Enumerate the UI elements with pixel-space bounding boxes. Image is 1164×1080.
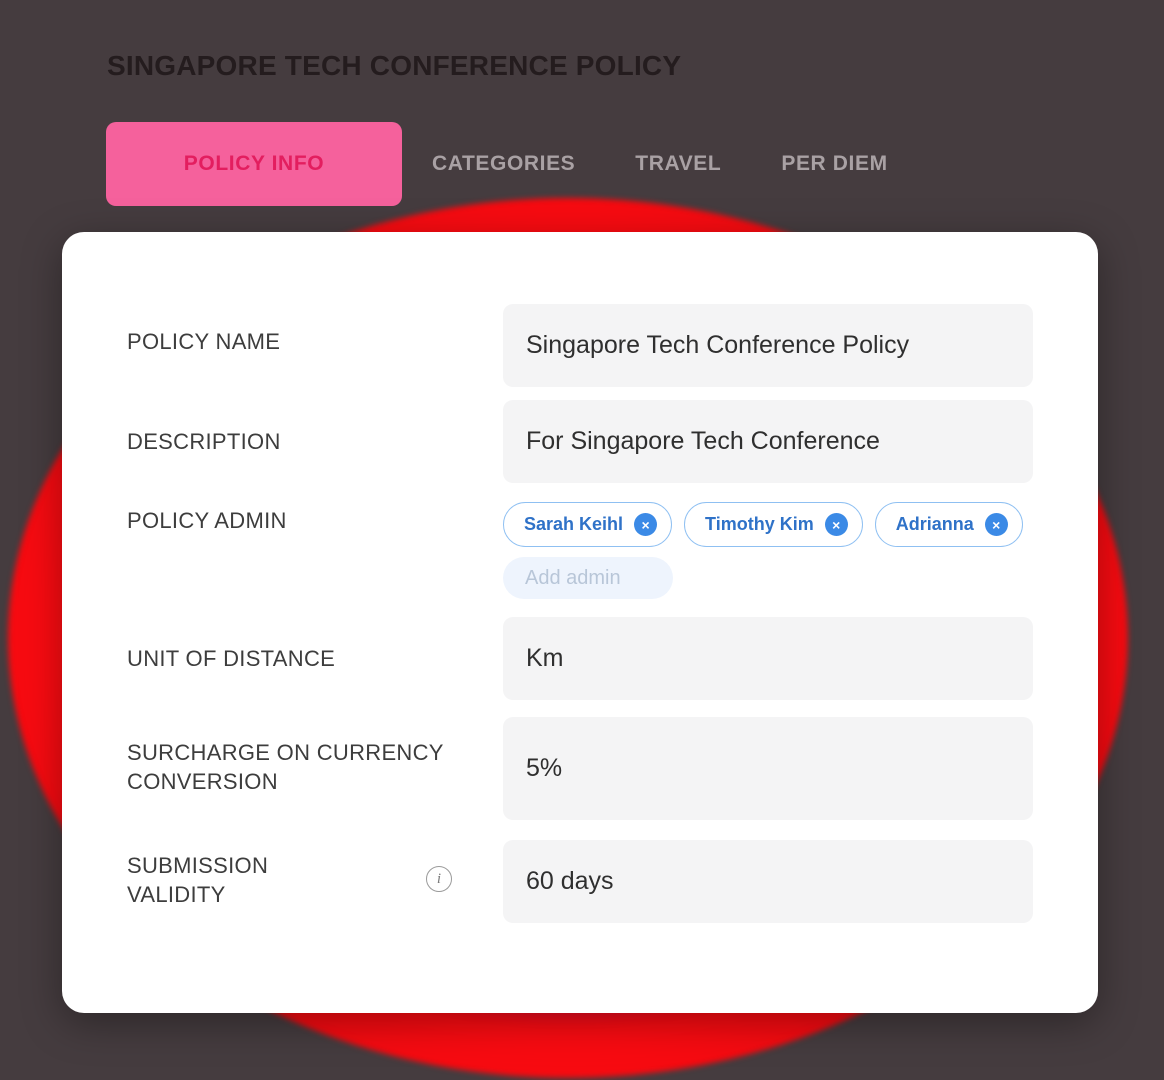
admin-chip-list: Sarah Keihl × Timothy Kim × Adrianna × — [503, 502, 1033, 547]
admin-chip[interactable]: Adrianna × — [874, 502, 1023, 547]
label-policy-admin: POLICY ADMIN — [127, 508, 287, 533]
input-unit-of-distance[interactable]: Km — [503, 617, 1033, 700]
tab-per-diem[interactable]: PER DIEM — [751, 126, 917, 202]
tab-categories[interactable]: CATEGORIES — [402, 126, 605, 202]
label-unit-of-distance: UNIT OF DISTANCE — [127, 646, 336, 671]
tab-bar: POLICY INFO CATEGORIES TRAVEL PER DIEM — [106, 122, 918, 206]
add-admin-input[interactable] — [503, 557, 673, 599]
input-policy-name[interactable]: Singapore Tech Conference Policy — [503, 304, 1033, 387]
admin-chip[interactable]: Sarah Keihl × — [503, 502, 673, 547]
remove-admin-icon[interactable]: × — [634, 513, 658, 536]
input-description[interactable]: For Singapore Tech Conference — [503, 400, 1033, 483]
label-description: DESCRIPTION — [127, 429, 281, 454]
remove-admin-icon[interactable]: × — [984, 513, 1008, 536]
label-surcharge-on-currency-conversion: SURCHARGE ON CURRENCY CONVERSION — [127, 740, 444, 794]
policy-admin-field: Sarah Keihl × Timothy Kim × Adrianna × — [503, 502, 1033, 599]
policy-info-card: POLICY NAME Singapore Tech Conference Po… — [62, 232, 1098, 1013]
admin-chip[interactable]: Timothy Kim × — [684, 502, 863, 547]
label-submission-validity: SUBMISSION VALIDITY — [127, 853, 269, 907]
tab-travel[interactable]: TRAVEL — [605, 126, 751, 202]
tab-policy-info[interactable]: POLICY INFO — [106, 122, 402, 206]
admin-chip-label: Timothy Kim — [705, 514, 814, 534]
remove-admin-icon[interactable]: × — [824, 513, 848, 536]
admin-chip-label: Sarah Keihl — [524, 514, 624, 534]
input-surcharge-on-currency-conversion[interactable]: 5% — [503, 717, 1033, 820]
admin-chip-label: Adrianna — [895, 514, 974, 534]
page-title: SINGAPORE TECH CONFERENCE POLICY — [107, 50, 682, 81]
input-submission-validity[interactable]: 60 days — [503, 840, 1033, 923]
info-icon[interactable]: i — [426, 866, 452, 892]
label-policy-name: POLICY NAME — [127, 329, 281, 354]
